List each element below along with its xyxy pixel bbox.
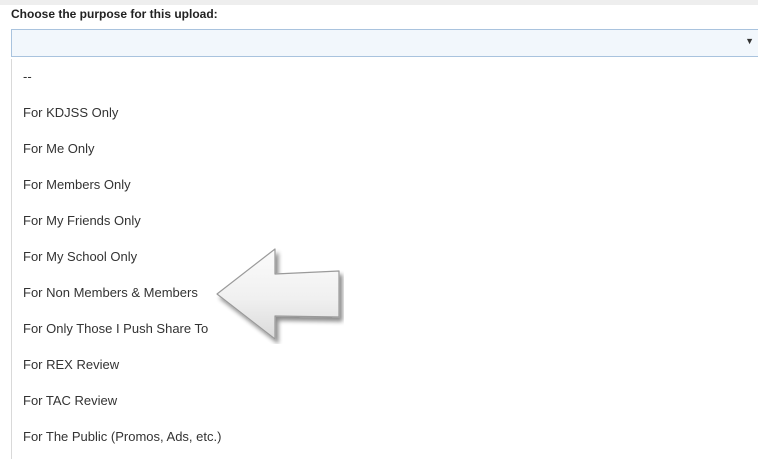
dropdown-option-tac-review[interactable]: For TAC Review (23, 389, 117, 413)
dropdown-option-my-school-only[interactable]: For My School Only (23, 245, 137, 269)
dropdown-option-non-members-and-members[interactable]: For Non Members & Members (23, 281, 198, 305)
dropdown-option-my-friends-only[interactable]: For My Friends Only (23, 209, 141, 233)
dropdown-option-the-public[interactable]: For The Public (Promos, Ads, etc.) (23, 425, 221, 449)
dropdown-option-rex-review[interactable]: For REX Review (23, 353, 119, 377)
upload-purpose-select[interactable]: ▼ (11, 29, 758, 57)
dropdown-option-placeholder[interactable]: -- (23, 65, 32, 89)
dropdown-list: -- For KDJSS Only For Me Only For Member… (11, 59, 758, 459)
top-strip (0, 0, 758, 5)
dropdown-option-members-only[interactable]: For Members Only (23, 173, 131, 197)
chevron-down-icon: ▼ (745, 36, 754, 46)
dropdown-option-me-only[interactable]: For Me Only (23, 137, 95, 161)
dropdown-option-push-share[interactable]: For Only Those I Push Share To (23, 317, 208, 341)
dropdown-option-kdjss-only[interactable]: For KDJSS Only (23, 101, 118, 125)
upload-purpose-label: Choose the purpose for this upload: (11, 7, 218, 21)
